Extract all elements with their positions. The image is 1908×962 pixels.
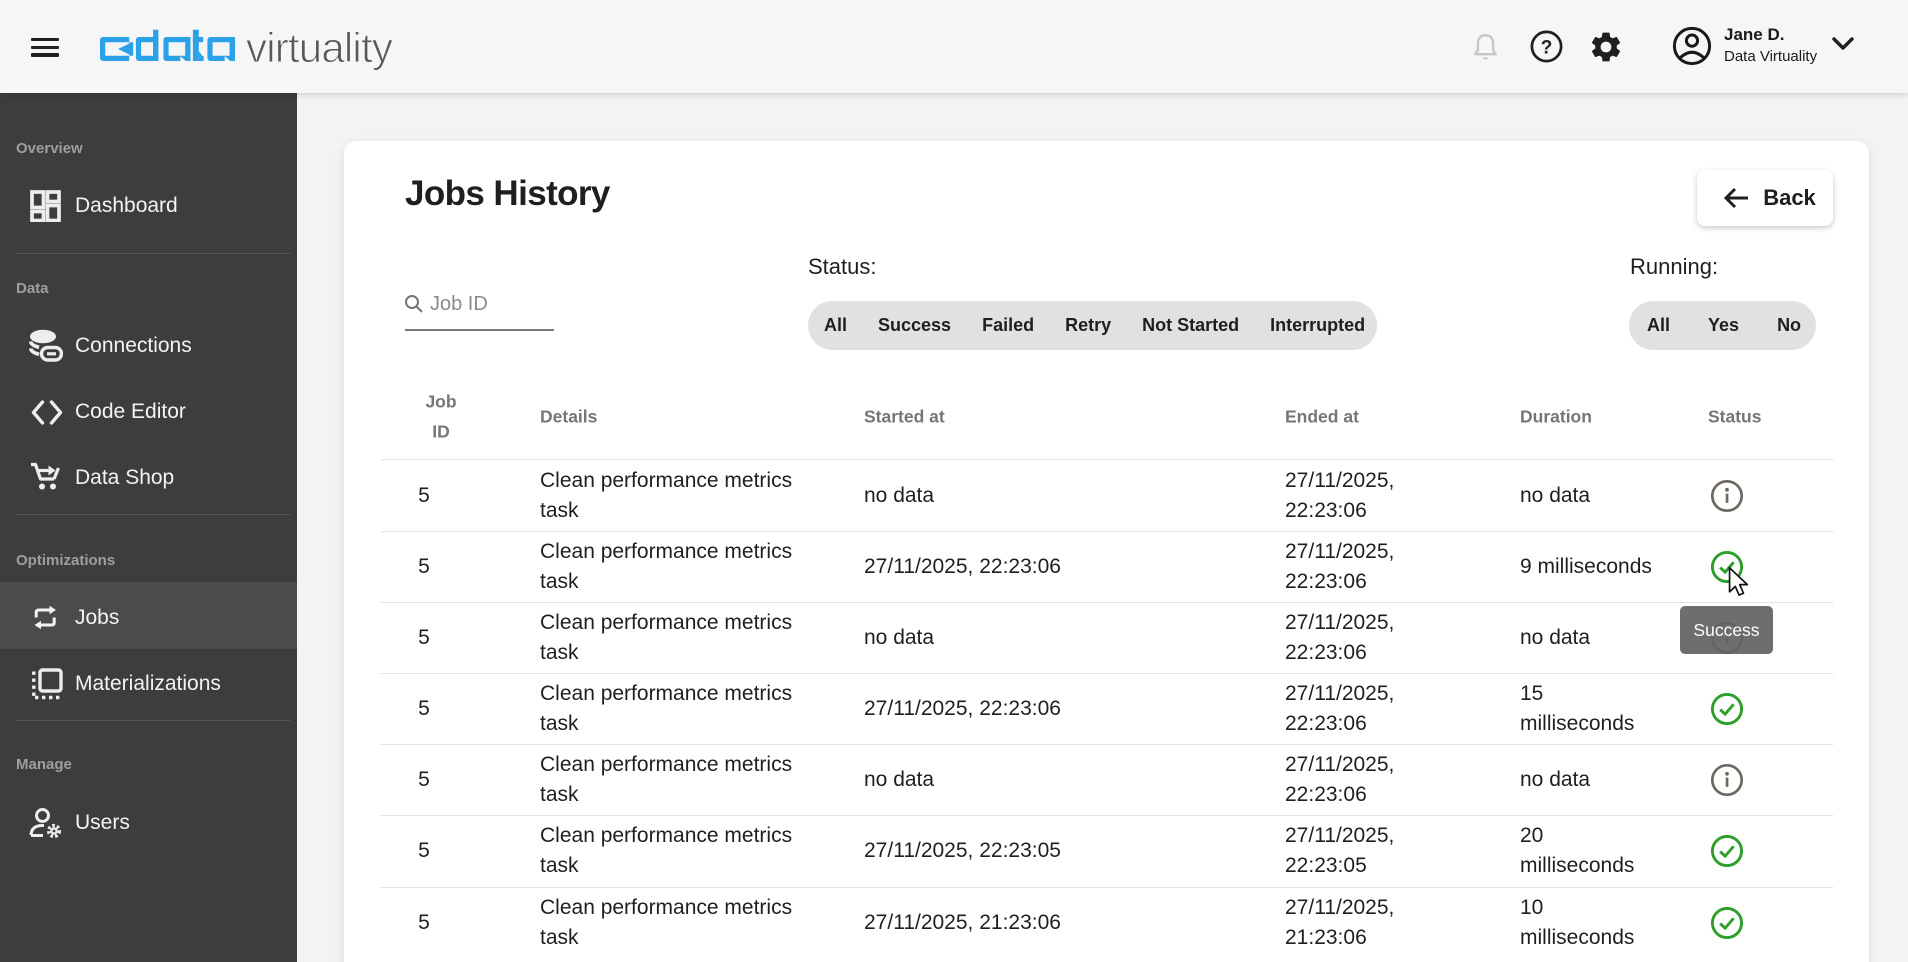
- svg-text:?: ?: [1541, 38, 1553, 59]
